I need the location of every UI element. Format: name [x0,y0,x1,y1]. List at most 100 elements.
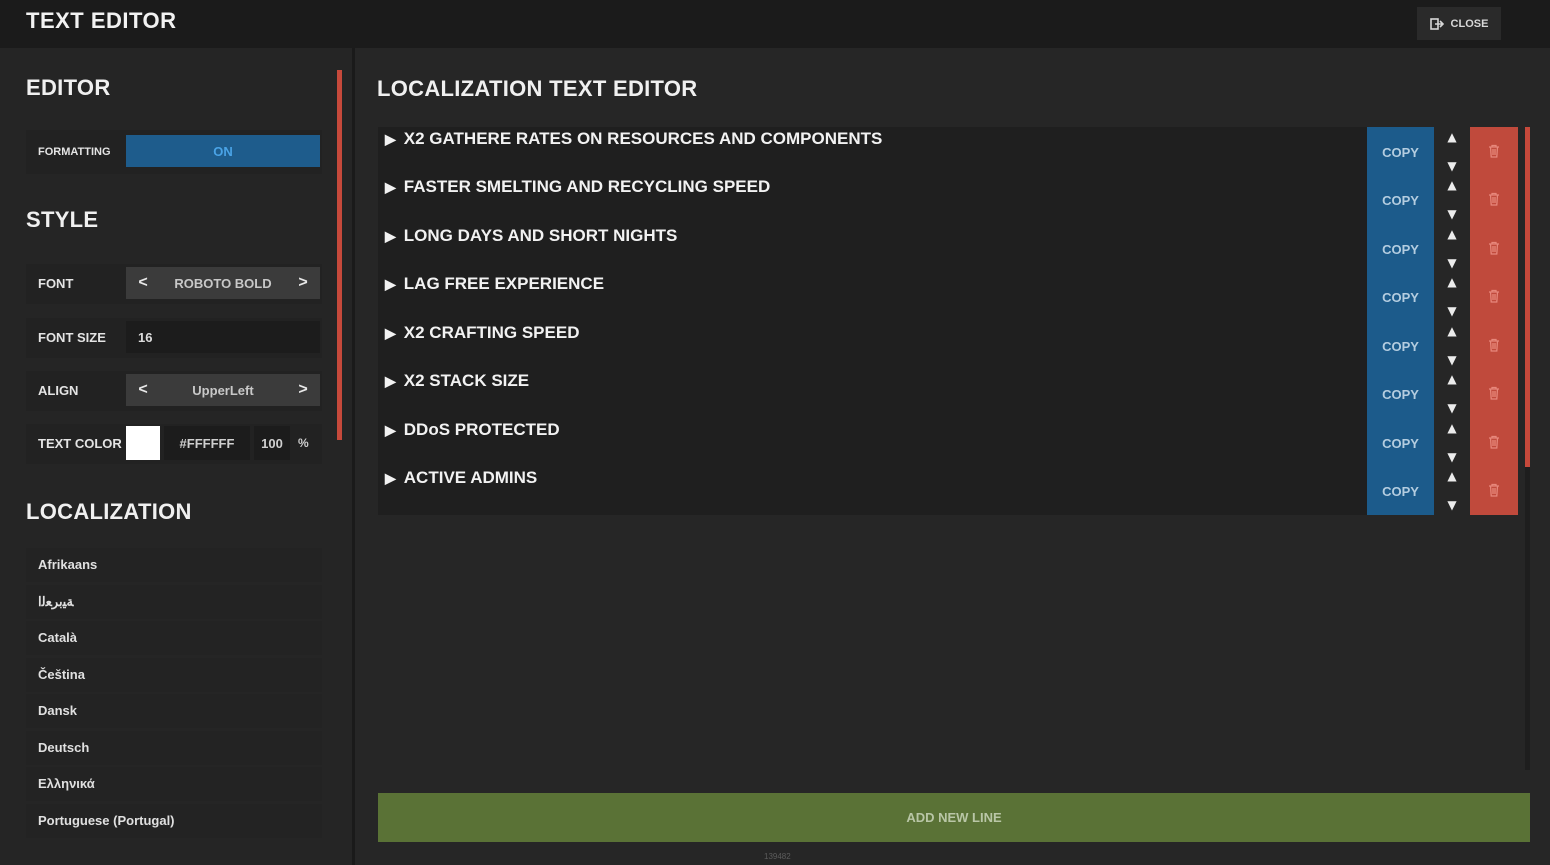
align-next-button[interactable]: > [286,381,320,399]
style-section-title: STYLE [26,207,99,232]
arrow-down-icon[interactable]: ▼ [1442,401,1462,417]
align-row: ALIGN < UpperLeft > [26,371,322,411]
font-row: FONT < ROBOTO BOLD > [26,264,322,304]
main-scrollbar-track[interactable] [1525,467,1530,770]
copy-button[interactable]: COPY [1367,225,1434,273]
arrow-down-icon[interactable]: ▼ [1442,304,1462,320]
text-line[interactable]: ▶ X2 GATHERE RATES ON RESOURCES AND COMPO… [385,127,882,151]
font-size-label: FONT SIZE [38,330,106,345]
arrow-up-icon[interactable]: ▲ [1442,130,1462,146]
language-item[interactable]: Ελληνικά [26,767,322,801]
arrow-up-icon[interactable]: ▲ [1442,324,1462,340]
text-line[interactable]: ▶ X2 CRAFTING SPEED [385,321,579,345]
text-line-label: X2 GATHERE RATES ON RESOURCES AND COMPON… [403,129,883,148]
copy-button[interactable]: COPY [1367,128,1434,176]
font-value: ROBOTO BOLD [174,275,272,291]
arrow-down-icon[interactable]: ▼ [1442,498,1462,514]
arrow-up-icon[interactable]: ▲ [1442,372,1462,388]
percent-sign: % [298,436,309,450]
arrow-up-icon[interactable]: ▲ [1442,469,1462,485]
arrow-down-icon[interactable]: ▼ [1442,450,1462,466]
copy-button[interactable]: COPY [1367,273,1434,321]
text-line[interactable]: ▶ X2 STACK SIZE [385,369,529,393]
language-item[interactable]: Català [26,621,322,655]
copy-button[interactable]: COPY [1367,176,1434,224]
text-line[interactable]: ▶ ACTIVE ADMINS [385,466,537,490]
text-line-label: FASTER SMELTING AND RECYCLING SPEED [403,177,771,196]
delete-button[interactable] [1470,467,1518,515]
text-line-label: X2 CRAFTING SPEED [403,323,580,342]
arrow-down-icon[interactable]: ▼ [1442,159,1462,175]
font-prev-button[interactable]: < [126,274,160,292]
hex-color-input[interactable]: #FFFFFF [164,426,250,460]
font-size-input[interactable]: 16 [126,321,320,353]
triangle-right-icon: ▶ [385,275,396,292]
trash-icon [1488,434,1500,453]
copy-button[interactable]: COPY [1367,419,1434,467]
arrow-down-icon[interactable]: ▼ [1442,207,1462,223]
trash-icon [1488,482,1500,501]
add-new-line-button[interactable]: ADD NEW LINE [378,793,1530,842]
color-swatch[interactable] [126,426,160,460]
delete-button[interactable] [1470,273,1518,321]
text-line[interactable]: ▶ LONG DAYS AND SHORT NIGHTS [385,224,677,248]
arrow-down-icon[interactable]: ▼ [1442,256,1462,272]
copy-button[interactable]: COPY [1367,322,1434,370]
triangle-right-icon: ▶ [385,421,396,438]
formatting-toggle[interactable]: ON [126,135,320,167]
trash-icon [1488,240,1500,259]
text-line[interactable]: ▶ LAG FREE EXPERIENCE [385,272,604,296]
alpha-input[interactable]: 100 [254,426,290,460]
text-color-label: TEXT COLOR [38,436,122,451]
left-scrollbar[interactable] [337,70,342,440]
language-item[interactable]: Deutsch [26,730,322,765]
delete-button[interactable] [1470,225,1518,273]
text-line-label: DDoS PROTECTED [403,420,560,439]
main-scrollbar[interactable] [1525,127,1530,467]
align-value: UpperLeft [192,382,254,398]
language-item[interactable]: Dansk [26,694,322,728]
text-line[interactable]: ▶ DDoS PROTECTED [385,418,560,442]
triangle-right-icon: ▶ [385,130,396,147]
arrow-up-icon[interactable]: ▲ [1442,178,1462,194]
triangle-right-icon: ▶ [385,178,396,195]
formatting-row: FORMATTING ON [26,130,322,174]
delete-button[interactable] [1470,419,1518,467]
page-title: LOCALIZATION TEXT EDITOR [377,76,698,101]
align-prev-button[interactable]: < [126,381,160,399]
text-line-label: X2 STACK SIZE [403,371,530,390]
align-label: ALIGN [38,383,79,398]
text-line-label: ACTIVE ADMINS [403,468,538,487]
text-line[interactable]: ▶ FASTER SMELTING AND RECYCLING SPEED [385,175,770,199]
triangle-right-icon: ▶ [385,469,396,486]
text-line-label: LAG FREE EXPERIENCE [403,274,605,293]
delete-button[interactable] [1470,322,1518,370]
triangle-right-icon: ▶ [385,372,396,389]
localization-section-title: LOCALIZATION [26,499,192,524]
copy-button[interactable]: COPY [1367,370,1434,418]
exit-icon [1429,17,1444,30]
delete-button[interactable] [1470,128,1518,176]
delete-button[interactable] [1470,370,1518,418]
arrow-up-icon[interactable]: ▲ [1442,421,1462,437]
language-item[interactable]: ﺔﻴﺑﺮﻌﻟا [26,584,322,619]
arrow-up-icon[interactable]: ▲ [1442,275,1462,291]
font-label: FONT [38,276,74,291]
arrow-down-icon[interactable]: ▼ [1442,353,1462,369]
arrow-up-icon[interactable]: ▲ [1442,227,1462,243]
language-item[interactable]: Afrikaans [26,548,322,582]
language-item[interactable]: Čeština [26,657,322,692]
delete-button[interactable] [1470,176,1518,224]
font-next-button[interactable]: > [286,274,320,292]
copy-button[interactable]: COPY [1367,467,1434,515]
trash-icon [1488,288,1500,307]
font-size-row: FONT SIZE 16 [26,318,322,358]
triangle-right-icon: ▶ [385,324,396,341]
formatting-label: FORMATTING [38,146,111,158]
close-button[interactable]: CLOSE [1417,7,1501,40]
text-line-label: LONG DAYS AND SHORT NIGHTS [403,226,678,245]
close-label: CLOSE [1450,17,1489,30]
top-bar: TEXT EDITOR CLOSE [0,0,1550,48]
trash-icon [1488,337,1500,356]
language-item[interactable]: Portuguese (Portugal) [26,803,322,838]
